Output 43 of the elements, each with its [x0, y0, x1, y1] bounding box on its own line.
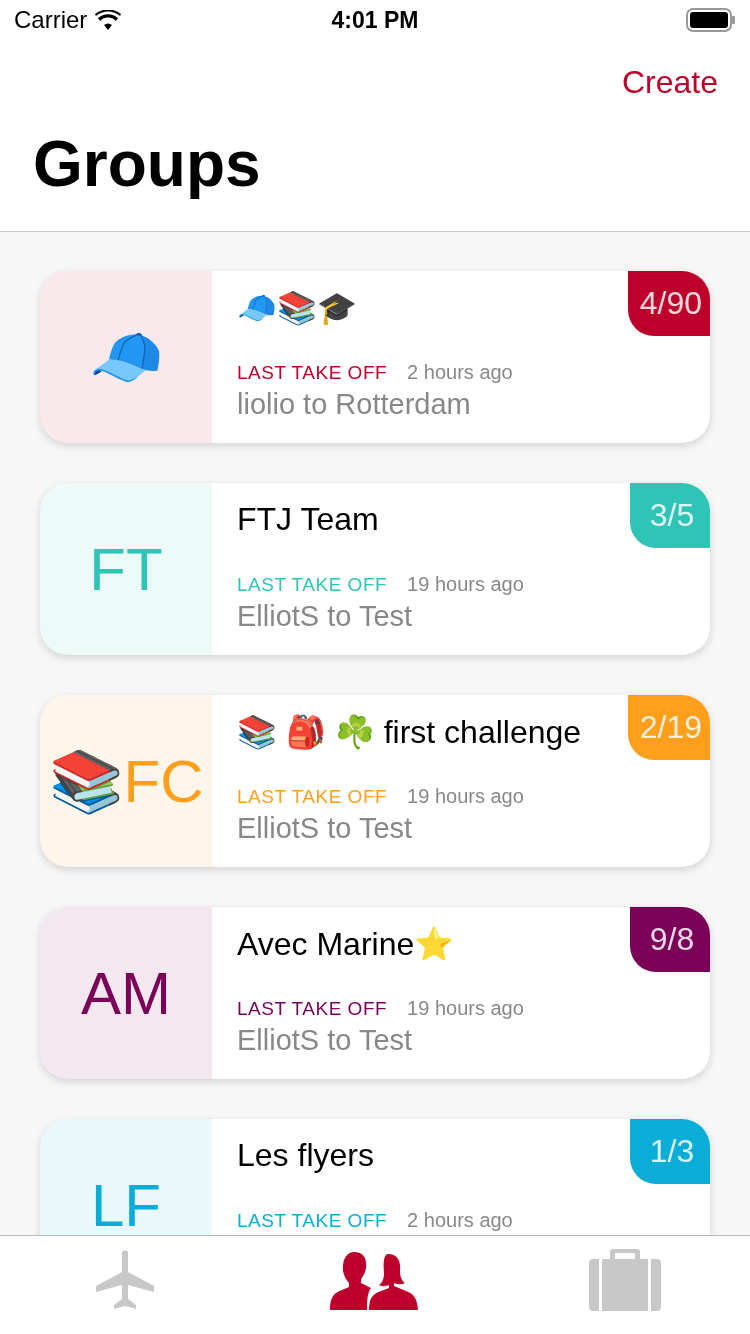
member-count-badge: 4/90 [627, 271, 710, 336]
group-card[interactable]: AM Avec Marine⭐ LAST TAKE OFF 19 hours ago ElliotS to Test 9/8 [40, 907, 710, 1079]
last-take-off-label: LAST TAKE OFF [237, 1210, 388, 1232]
group-avatar: FT [40, 483, 212, 655]
carrier-name: Carrier [14, 6, 88, 34]
time-ago: 2 hours ago [407, 361, 513, 384]
flight-summary: ElliotS to Test [237, 1024, 414, 1057]
group-card[interactable]: FT FTJ Team LAST TAKE OFF 19 hours ago ElliotS to Test 3/5 [40, 483, 710, 655]
last-take-off-label: LAST TAKE OFF [237, 786, 388, 808]
time-ago: 19 hours ago [407, 573, 524, 596]
group-avatar: 🧢 [40, 271, 212, 443]
wifi-icon [95, 10, 122, 30]
group-title: 🧢📚🎓 [237, 289, 357, 328]
group-avatar: AM [40, 907, 212, 1079]
battery-icon [686, 8, 736, 32]
group-card[interactable]: LF Les flyers LAST TAKE OFF 2 hours ago 1/3 [40, 1119, 710, 1235]
people-icon [330, 1250, 420, 1310]
last-take-off-label: LAST TAKE OFF [237, 574, 388, 596]
airplane-icon [94, 1249, 156, 1311]
group-title: Les flyers [237, 1137, 374, 1175]
flight-summary: ElliotS to Test [237, 812, 414, 845]
flight-summary: liolio to Rotterdam [237, 388, 472, 421]
group-card[interactable]: 📚FC 📚 🎒 ☘ first challenge LAST TAKE OFF 19 hours ago ElliotS to Test 2/19 [40, 695, 710, 867]
group-title: 📚 🎒 ☘ first challenge [237, 713, 582, 752]
member-count-badge: 9/8 [630, 907, 710, 972]
group-avatar: 📚FC [40, 695, 212, 867]
member-count-badge: 2/19 [627, 695, 710, 760]
last-take-off-label: LAST TAKE OFF [237, 998, 388, 1020]
member-count-badge: 3/5 [630, 483, 710, 548]
group-card[interactable]: 🧢 🧢📚🎓 LAST TAKE OFF 2 hours ago liolio to Rotterdam 4/90 [40, 271, 710, 443]
time-ago: 19 hours ago [407, 997, 524, 1020]
flight-summary: ElliotS to Test [237, 600, 414, 633]
time-ago: 2 hours ago [407, 1209, 513, 1232]
page-title: Groups [33, 127, 262, 201]
group-title: Avec Marine⭐ [237, 925, 455, 964]
time-ago: 19 hours ago [407, 785, 524, 808]
member-count-badge: 1/3 [630, 1119, 710, 1184]
last-take-off-label: LAST TAKE OFF [237, 362, 388, 384]
group-avatar: LF [40, 1119, 212, 1235]
briefcase-icon [589, 1249, 661, 1311]
clock-time: 4:01 PM [331, 6, 419, 34]
group-title: FTJ Team [237, 501, 379, 539]
create-link[interactable]: Create [621, 64, 718, 101]
